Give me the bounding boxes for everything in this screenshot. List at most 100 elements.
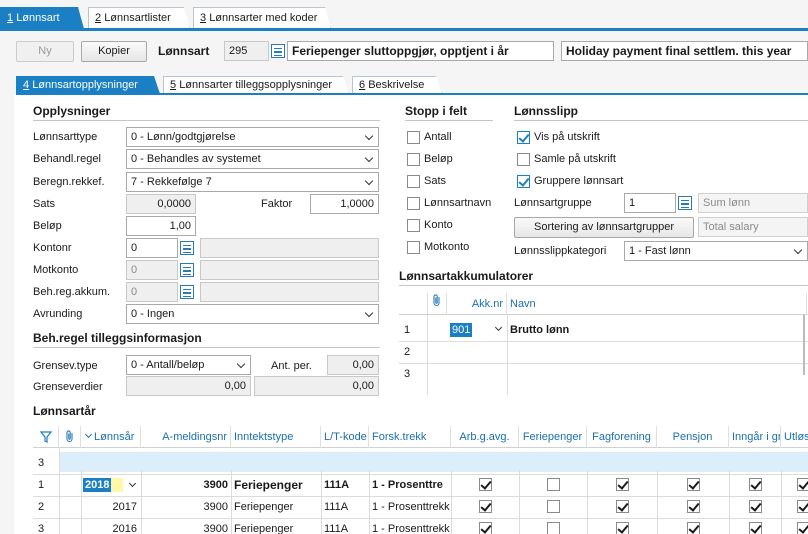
kontonr-field[interactable]: 0 bbox=[126, 238, 178, 258]
row-3-fag-checkbox[interactable] bbox=[616, 522, 629, 534]
row-1-inngar-checkbox[interactable] bbox=[749, 478, 762, 491]
row-2-arbg-checkbox[interactable] bbox=[479, 500, 492, 513]
akk-row-line bbox=[399, 363, 808, 364]
col-akknr[interactable]: Akk.nr bbox=[447, 293, 507, 315]
lonnsart-number-field[interactable]: 295 bbox=[224, 41, 269, 61]
behreg-akkum-lookup-icon[interactable] bbox=[180, 285, 194, 299]
row-2-fag-checkbox[interactable] bbox=[616, 500, 629, 513]
col-line bbox=[141, 470, 142, 534]
lonnsart-name-en-field[interactable]: Holiday payment final settlem. this year bbox=[561, 41, 808, 61]
row-1-fag-checkbox[interactable] bbox=[616, 478, 629, 491]
row-2-year: 2017 bbox=[112, 501, 137, 513]
chevron-down-icon[interactable] bbox=[128, 479, 137, 488]
col-ameldingsnr[interactable]: A-meldingsnr bbox=[141, 426, 231, 448]
lonnsartgruppe-field[interactable]: 1 bbox=[624, 193, 676, 213]
avrunding-label: Avrunding bbox=[33, 308, 83, 320]
col-pensjon[interactable]: Pensjon bbox=[657, 426, 729, 448]
col-forsk-trekk[interactable]: Forsk.trekk bbox=[369, 426, 451, 448]
lonnsartar-header: Lønnsår A-meldingsnr Inntektstype L/T-ko… bbox=[33, 426, 808, 448]
row-3-pensjon-checkbox[interactable] bbox=[687, 522, 700, 534]
filter-row[interactable] bbox=[59, 452, 808, 472]
stopp-lonnsartnavn-label: Lønnsartnavn bbox=[424, 197, 492, 209]
samle-pa-utskrift-checkbox[interactable] bbox=[517, 153, 530, 166]
ant-per-field[interactable]: 0,00 bbox=[327, 355, 379, 375]
col-feriepenger[interactable]: Feriepenger bbox=[519, 426, 587, 448]
stopp-belop-checkbox[interactable] bbox=[407, 153, 420, 166]
sats-field[interactable]: 0,0000 bbox=[126, 194, 196, 214]
row-1-pensjon-checkbox[interactable] bbox=[687, 478, 700, 491]
row-1-arbg-checkbox[interactable] bbox=[479, 478, 492, 491]
copy-button[interactable]: Kopier bbox=[81, 41, 147, 62]
akk-scrollbar[interactable] bbox=[803, 315, 805, 375]
row-3-arbg-checkbox[interactable] bbox=[479, 522, 492, 534]
grense2-field[interactable]: 0,00 bbox=[254, 376, 379, 396]
akk-row-3-idx: 3 bbox=[404, 368, 411, 380]
col-utlos[interactable]: Utløs bbox=[781, 426, 808, 448]
behandlregel-select[interactable]: 0 - Behandles av systemet bbox=[126, 149, 379, 169]
row-1-ferie-checkbox[interactable] bbox=[547, 478, 560, 491]
col-line bbox=[587, 470, 588, 534]
col-lonnsar-label: Lønnsår bbox=[94, 431, 135, 443]
akk-row-2-idx: 2 bbox=[404, 346, 411, 358]
akk-row-1-nr-cell[interactable]: 901 bbox=[447, 319, 507, 341]
belop-label: Beløp bbox=[33, 220, 62, 232]
row-2-pensjon-checkbox[interactable] bbox=[687, 500, 700, 513]
sortering-lonnsartgrupper-button[interactable]: Sortering av lønnsartgrupper bbox=[514, 217, 694, 238]
filter-icon[interactable] bbox=[33, 426, 59, 448]
faktor-field[interactable]: 1,0000 bbox=[310, 194, 379, 214]
col-arbgavg[interactable]: Arb.g.avg. bbox=[451, 426, 519, 448]
row-3-inngar-checkbox[interactable] bbox=[749, 522, 762, 534]
lonnsart-name-no-field[interactable]: Feriepenger sluttoppgjør, opptjent i år bbox=[287, 41, 554, 61]
stopp-sats-checkbox[interactable] bbox=[407, 175, 420, 188]
lonnsarttype-select[interactable]: 0 - Lønn/godtgjørelse bbox=[126, 127, 379, 147]
new-button[interactable]: Ny bbox=[16, 41, 74, 62]
stopp-lonnsartnavn-checkbox[interactable] bbox=[407, 197, 420, 210]
row-1-idx: 1 bbox=[38, 479, 45, 491]
motkonto-field[interactable]: 0 bbox=[126, 260, 178, 280]
beregn-rekkef-select[interactable]: 7 - Rekkefølge 7 bbox=[126, 172, 379, 192]
grense1-field[interactable]: 0,00 bbox=[126, 376, 251, 396]
stopp-antall-checkbox[interactable] bbox=[407, 131, 420, 144]
tab-key: 1 bbox=[7, 12, 14, 24]
lonnsartgruppe-lookup-icon[interactable] bbox=[678, 196, 692, 210]
col-inntektstype[interactable]: Inntektstype bbox=[231, 426, 321, 448]
row-2-ferie-checkbox[interactable] bbox=[547, 500, 560, 513]
tab-lonnsarter-med-koder[interactable]: 3 Lønnsarter med koder bbox=[193, 7, 331, 29]
chevron-down-icon[interactable] bbox=[494, 323, 503, 332]
vis-pa-utskrift-checkbox[interactable] bbox=[517, 131, 530, 144]
row-2-utlos-checkbox[interactable] bbox=[797, 500, 808, 513]
behreg-akkum-field[interactable]: 0 bbox=[126, 282, 178, 302]
tab-lonnsartlister[interactable]: 2 Lønnsartlister bbox=[88, 7, 190, 29]
avrunding-select[interactable]: 0 - Ingen bbox=[126, 304, 379, 324]
sort-chevron-icon bbox=[84, 430, 93, 439]
tab-beskrivelse[interactable]: 6 Beskrivelse bbox=[352, 76, 442, 94]
tab-lonnsart[interactable]: 1 Lønnsart bbox=[0, 7, 84, 29]
belop-field[interactable]: 1,00 bbox=[126, 216, 196, 236]
tab-lonnsartopplysninger[interactable]: 4 Lønnsartopplysninger bbox=[16, 76, 160, 94]
lonnsart-lookup-icon[interactable] bbox=[271, 44, 285, 58]
row-3-ferie-checkbox[interactable] bbox=[547, 522, 560, 534]
row-3-utlos-checkbox[interactable] bbox=[797, 522, 808, 534]
col-lt-kode[interactable]: L/T-kode bbox=[321, 426, 369, 448]
motkonto-lookup-icon[interactable] bbox=[180, 263, 194, 277]
col-inngar[interactable]: Inngår i gr bbox=[729, 426, 781, 448]
attachment-icon[interactable] bbox=[59, 426, 81, 448]
row-1-utlos-checkbox[interactable] bbox=[797, 478, 808, 491]
gruppere-lonnsart-checkbox[interactable] bbox=[517, 175, 530, 188]
tab-lonnsarter-tilleggsopplysninger[interactable]: 5 Lønnsarter tilleggsopplysninger bbox=[163, 76, 349, 94]
stopp-konto-checkbox[interactable] bbox=[407, 219, 420, 232]
row-2-inngar-checkbox[interactable] bbox=[749, 500, 762, 513]
row-1-amelding: 3900 bbox=[203, 479, 228, 491]
col-fagforening[interactable]: Fagforening bbox=[587, 426, 657, 448]
stopp-antall-label: Antall bbox=[424, 131, 452, 143]
row-1-year-cell[interactable]: 2018 bbox=[81, 474, 141, 496]
col-lonnsar[interactable]: Lønnsår bbox=[81, 426, 141, 448]
grensev-type-select[interactable]: 0 - Antall/beløp bbox=[126, 355, 251, 375]
col-navn[interactable]: Navn bbox=[507, 293, 807, 315]
attachment-icon[interactable] bbox=[427, 293, 447, 315]
tab-key: 3 bbox=[200, 12, 207, 24]
tillegg-rule bbox=[33, 347, 380, 348]
stopp-motkonto-checkbox[interactable] bbox=[407, 241, 420, 254]
kontonr-lookup-icon[interactable] bbox=[180, 241, 194, 255]
lonnsslippkategori-select[interactable]: 1 - Fast lønn bbox=[624, 241, 808, 261]
